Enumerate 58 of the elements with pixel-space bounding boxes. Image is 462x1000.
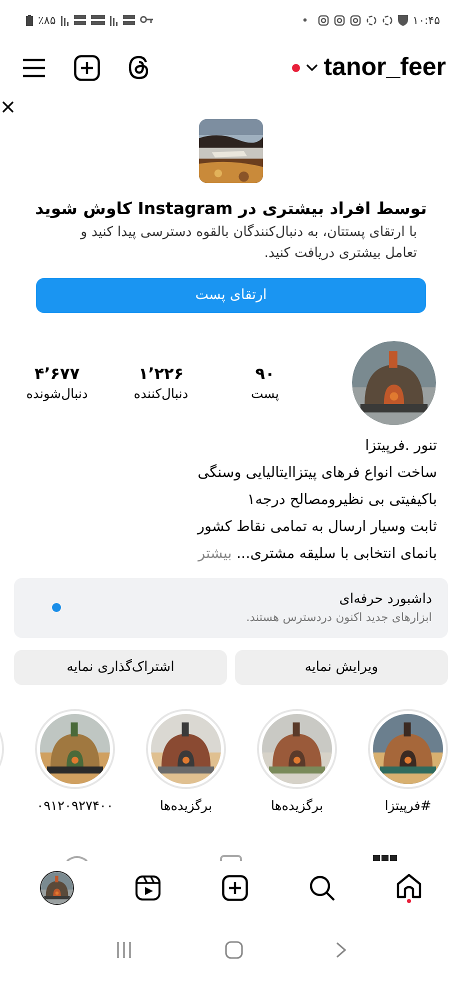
instagram-icon — [334, 14, 345, 26]
reels-icon[interactable] — [135, 874, 162, 901]
stat-label[interactable]: دنبال‌کننده — [134, 386, 188, 402]
battery-level: ٪۸۵ — [38, 14, 56, 26]
home-button-icon[interactable] — [224, 940, 243, 959]
instagram-icon — [318, 14, 329, 26]
grid-tab-icon[interactable] — [372, 854, 397, 861]
bio-line: باکیفیتی بی نظیرومصالح درجه۱ — [247, 490, 437, 510]
dot-icon — [302, 18, 307, 22]
highlight-label[interactable]: برگزیده‌ها — [160, 798, 212, 814]
menu-icon[interactable] — [22, 58, 46, 78]
bio-line: ساخت انواع فرهای پیتزاایتالیایی وسنگی — [198, 463, 437, 483]
highlight-label[interactable]: ۰۹۱۲۰۹۲۷۴۰۰ — [36, 798, 114, 814]
bio-line: ثابت وسیار ارسال به تمامی نقاط کشور — [198, 518, 437, 537]
more-link[interactable]: بیشتر — [198, 546, 232, 562]
chevron-down-icon[interactable] — [306, 64, 318, 72]
promo-text: با ارتقای پستتان، به دنبال‌کنندگان بالقوه دسترسی پیدا کنید و تعامل بیشتری دریافت کنید. — [79, 223, 417, 263]
stat-label[interactable]: دنبال‌شونده — [26, 386, 88, 402]
sync-icon — [382, 14, 393, 26]
key-icon — [140, 16, 153, 24]
edit-profile-button[interactable]: ویرایش نمایه — [235, 650, 448, 685]
dashboard-title: داشبورد حرفه‌ای — [339, 591, 432, 608]
highlight-label[interactable]: #فرپیتزا — [384, 798, 432, 814]
network-type-icon — [122, 14, 135, 26]
highlight-label[interactable]: برگزیده‌ها — [270, 798, 324, 814]
highlight-ring[interactable] — [146, 708, 226, 789]
recent-apps-icon[interactable] — [116, 942, 132, 958]
shield-icon — [398, 14, 408, 26]
signal-icon — [60, 14, 69, 26]
stat-count[interactable]: ۱٬۲۲۶ — [138, 364, 184, 383]
dashboard-card[interactable]: داشبورد حرفه‌ای ابزارهای جدید اکنون دردسترس هستند. — [14, 578, 448, 638]
add-icon[interactable] — [222, 874, 248, 901]
clock: ۱۰:۴۵ — [412, 14, 440, 26]
bio-line: تنور .فرپیتزا — [365, 436, 437, 456]
search-icon[interactable] — [308, 874, 335, 901]
network-type-icon — [90, 14, 105, 26]
notification-dot — [292, 64, 300, 72]
close-icon[interactable] — [2, 101, 14, 113]
stat-label[interactable]: پست — [251, 386, 279, 402]
network-type-icon — [74, 14, 86, 26]
highlight-ring[interactable] — [35, 708, 115, 789]
battery-icon — [26, 14, 33, 26]
chevron-right-icon[interactable] — [336, 942, 346, 958]
threads-icon[interactable] — [128, 55, 150, 80]
highlight-ring[interactable] — [368, 708, 448, 789]
stat-count[interactable]: ۴٬۶۷۷ — [34, 364, 80, 383]
add-icon[interactable] — [74, 54, 100, 80]
sync-icon — [366, 14, 377, 26]
bio-line: بانمای انتخابی با سلیقه مشتری... بیشتر — [198, 544, 437, 564]
profile-tab[interactable] — [40, 870, 74, 905]
home-icon[interactable] — [396, 872, 422, 903]
highlight-ring[interactable] — [257, 708, 337, 789]
username[interactable]: tanor_feer — [324, 53, 446, 82]
signal-icon — [110, 14, 118, 26]
instagram-icon — [350, 14, 361, 26]
dashboard-subtitle: ابزارهای جدید اکنون دردسترس هستند. — [246, 610, 432, 624]
share-profile-button[interactable]: اشتراک‌گذاری نمایه — [14, 650, 227, 685]
stat-count[interactable]: ۹۰ — [255, 364, 275, 383]
